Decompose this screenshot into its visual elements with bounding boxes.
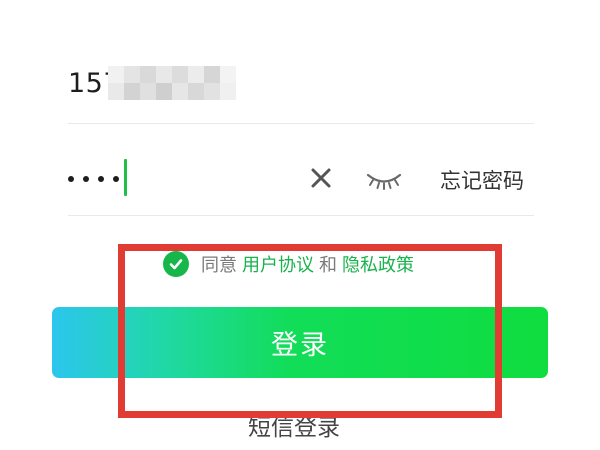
close-icon <box>311 168 331 188</box>
blurred-phone-digits <box>108 66 236 100</box>
text-cursor <box>124 159 127 196</box>
password-divider <box>68 215 534 216</box>
toggle-password-visibility-button[interactable] <box>364 164 404 192</box>
sms-login-link[interactable]: 短信登录 <box>248 408 340 442</box>
check-icon <box>169 259 183 270</box>
login-button[interactable]: 登录 <box>52 307 548 378</box>
password-field[interactable] <box>68 164 119 194</box>
user-agreement-link[interactable]: 用户协议 <box>242 251 314 277</box>
agreement-checkbox[interactable] <box>163 251 189 277</box>
password-dot <box>113 176 119 182</box>
forgot-password-link[interactable]: 忘记密码 <box>440 165 524 195</box>
password-dot <box>68 176 74 182</box>
agreement-row: 同意 用户协议 和 隐私政策 <box>163 251 414 277</box>
password-dot <box>98 176 104 182</box>
password-dot <box>83 176 89 182</box>
phone-divider <box>68 123 534 124</box>
eye-closed-icon <box>366 173 402 190</box>
login-button-label: 登录 <box>271 330 329 361</box>
agree-prefix: 同意 <box>201 255 237 276</box>
clear-password-button[interactable] <box>306 163 336 193</box>
agree-conjunction: 和 <box>319 255 337 276</box>
privacy-policy-link[interactable]: 隐私政策 <box>342 251 414 277</box>
